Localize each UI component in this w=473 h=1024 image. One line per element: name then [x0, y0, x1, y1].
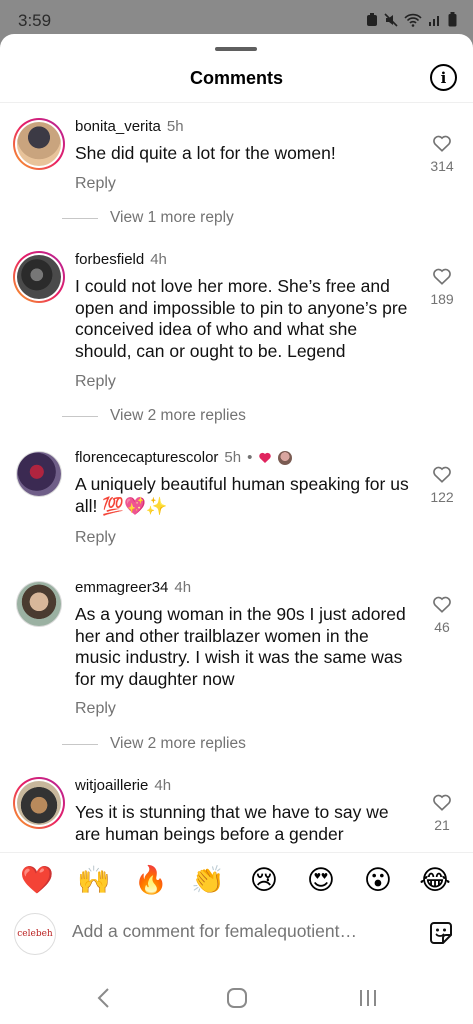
emoji-reaction-bar: ❤️ 🙌 🔥 👏 😢 😍 😮 😂 — [0, 852, 473, 914]
back-icon[interactable] — [96, 987, 112, 1009]
home-icon[interactable] — [226, 987, 248, 1009]
like-button[interactable]: 314 — [427, 134, 457, 174]
wifi-icon — [404, 13, 422, 27]
comment-header: forbesfield 4h — [75, 251, 167, 268]
comment-text: As a young woman in the 90s I just adore… — [75, 604, 406, 689]
view-more-replies[interactable]: View 2 more replies — [62, 407, 246, 425]
emoji-fire[interactable]: 🔥 — [134, 865, 168, 897]
like-count: 21 — [434, 817, 450, 833]
comment-time: 5h — [166, 118, 184, 135]
heart-icon — [433, 466, 451, 483]
emoji-crying[interactable]: 😢 — [248, 865, 280, 897]
view-more-replies[interactable]: View 2 more replies — [62, 735, 246, 753]
emoji-surprised[interactable]: 😮 — [362, 865, 394, 897]
avatar[interactable] — [13, 251, 65, 303]
like-button[interactable]: 21 — [427, 793, 457, 833]
heart-icon — [433, 596, 451, 613]
like-count: 189 — [430, 291, 454, 307]
divider-line — [62, 217, 98, 219]
drag-handle[interactable] — [215, 47, 257, 51]
like-count: 46 — [434, 619, 450, 635]
self-avatar: celebeh — [14, 913, 56, 955]
like-count: 314 — [430, 158, 454, 174]
emoji-laughing[interactable]: 😂 — [419, 865, 451, 897]
view-more-label: View 2 more replies — [110, 735, 246, 752]
heart-icon — [433, 135, 451, 152]
comment-header: florencecapturescolor 5h • — [75, 449, 293, 466]
comment-header: witjoaillerie 4h — [75, 777, 171, 794]
battery-saver-icon — [367, 12, 377, 26]
signal-icon — [429, 15, 439, 26]
avatar[interactable] — [13, 777, 65, 829]
info-icon[interactable]: i — [430, 64, 457, 91]
reply-button[interactable]: Reply — [75, 529, 116, 547]
comment-text: I could not love her more. She’s free an… — [75, 276, 408, 361]
separator-dot: • — [247, 449, 253, 466]
emoji-heart-eyes[interactable]: 😍 — [305, 865, 337, 897]
status-icons — [366, 12, 457, 27]
creator-avatar — [278, 450, 293, 465]
comment-composer: celebeh — [0, 907, 473, 963]
avatar[interactable] — [16, 451, 62, 497]
comment-text: Yes it is stunning that we have to say w… — [75, 802, 389, 844]
heart-icon — [433, 794, 451, 811]
recents-icon[interactable] — [358, 987, 378, 1009]
comments-sheet: Comments i bonita_verita 5h She did quit… — [0, 34, 473, 1024]
view-more-label: View 2 more replies — [110, 407, 246, 424]
like-button[interactable]: 46 — [427, 595, 457, 635]
view-more-replies[interactable]: View 1 more reply — [62, 209, 234, 227]
reply-button[interactable]: Reply — [75, 175, 116, 193]
emoji-heart[interactable]: ❤️ — [20, 865, 54, 897]
heart-icon — [433, 268, 451, 285]
status-time: 3:59 — [18, 11, 52, 30]
comment-username[interactable]: forbesfield — [75, 251, 144, 268]
avatar[interactable] — [16, 581, 62, 627]
comment-time: 4h — [154, 777, 172, 794]
comment-username[interactable]: bonita_verita — [75, 118, 161, 135]
comment-username[interactable]: emmagreer34 — [75, 579, 168, 596]
header-divider — [0, 102, 473, 103]
comment-time: 4h — [150, 251, 167, 268]
comment-header: emmagreer34 4h — [75, 579, 191, 596]
comment-username[interactable]: florencecapturescolor — [75, 449, 218, 466]
like-button[interactable]: 189 — [427, 267, 457, 307]
view-more-label: View 1 more reply — [110, 209, 234, 226]
like-button[interactable]: 122 — [427, 465, 457, 505]
system-navigation-bar — [0, 979, 473, 1024]
like-count: 122 — [430, 489, 454, 505]
mute-icon — [384, 12, 398, 27]
comment-text: A uniquely beautiful human speaking for … — [75, 474, 409, 516]
page-title: Comments — [189, 68, 283, 88]
battery-icon — [448, 12, 457, 27]
creator-liked-heart-icon — [259, 452, 272, 464]
emoji-raising-hands[interactable]: 🙌 — [77, 865, 111, 897]
reply-button[interactable]: Reply — [75, 700, 116, 718]
comment-time: 5h — [224, 449, 242, 466]
comment-text: She did quite a lot for the women! — [75, 143, 336, 163]
self-avatar-text: celebeh — [17, 929, 53, 939]
comment-username[interactable]: witjoaillerie — [75, 777, 148, 794]
divider-line — [62, 743, 98, 745]
sticker-icon[interactable] — [427, 919, 455, 947]
reply-button[interactable]: Reply — [75, 373, 116, 391]
comment-header: bonita_verita 5h — [75, 118, 184, 135]
avatar[interactable] — [13, 118, 65, 170]
emoji-clapping[interactable]: 👏 — [191, 865, 225, 897]
divider-line — [62, 415, 98, 417]
comment-input[interactable] — [72, 921, 392, 942]
comment-time: 4h — [174, 579, 192, 596]
